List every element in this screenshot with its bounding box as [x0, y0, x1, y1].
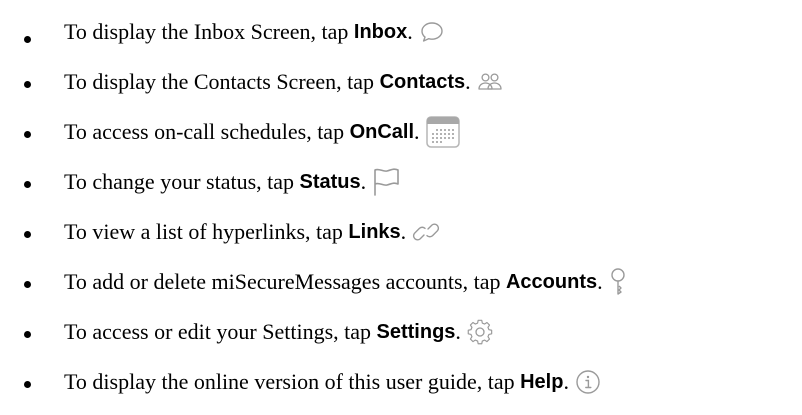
item-suffix: .: [400, 219, 407, 244]
item-text: To add or delete miSecureMessages accoun…: [64, 262, 627, 302]
item-prefix: To change your status, tap: [64, 169, 300, 194]
item-keyword: Contacts: [379, 71, 466, 93]
item-prefix: To display the Contacts Screen, tap: [64, 69, 380, 94]
item-suffix: .: [414, 119, 420, 144]
item-suffix: .: [563, 369, 569, 394]
item-keyword: Accounts: [505, 271, 598, 293]
item-text: To access or edit your Settings, tap Set…: [64, 312, 493, 352]
item-prefix: To add or delete miSecureMessages accoun…: [64, 269, 506, 294]
bullet: [24, 181, 31, 188]
item-prefix: To access on-call schedules, tap: [64, 119, 350, 144]
item-suffix: .: [360, 169, 367, 194]
item-keyword: OnCall: [349, 121, 415, 143]
flag-icon: [372, 167, 402, 197]
item-suffix: .: [465, 69, 471, 94]
item-prefix: To access or edit your Settings, tap: [64, 319, 377, 344]
item-suffix: .: [455, 319, 461, 344]
item-keyword: Status: [299, 171, 361, 193]
bullet: [24, 281, 31, 288]
gear-icon: [467, 319, 493, 345]
item-keyword: Help: [520, 371, 564, 393]
item-keyword: Inbox: [353, 21, 408, 43]
bullet: [24, 36, 31, 43]
calendar-icon: [425, 116, 460, 148]
bullet: [24, 131, 31, 138]
item-prefix: To display the online version of this us…: [64, 369, 521, 394]
item-keyword: Links: [348, 221, 401, 243]
bullet: [24, 81, 31, 88]
item-text: To change your status, tap Status.: [64, 162, 402, 202]
bullet: [24, 231, 31, 238]
item-text: To display the Inbox Screen, tap Inbox.: [64, 12, 445, 52]
key-icon: [609, 267, 627, 297]
item-keyword: Settings: [376, 321, 456, 343]
item-prefix: To view a list of hyperlinks, tap: [64, 219, 349, 244]
bullet: [24, 381, 31, 388]
item-text: To display the Contacts Screen, tap Cont…: [64, 62, 503, 102]
bullet: [24, 331, 31, 338]
link-icon: [412, 218, 440, 246]
instruction-list: To display the Inbox Screen, tap Inbox. …: [0, 0, 802, 415]
info-icon: [575, 369, 601, 395]
item-text: To view a list of hyperlinks, tap Links.: [64, 212, 440, 252]
item-prefix: To display the Inbox Screen, tap: [64, 19, 354, 44]
item-suffix: .: [597, 269, 603, 294]
item-text: To display the online version of this us…: [64, 362, 601, 402]
item-suffix: .: [407, 19, 413, 44]
item-text: To access on-call schedules, tap OnCall.: [64, 112, 460, 152]
chat-bubble-icon: [419, 19, 445, 45]
contacts-icon: [477, 69, 503, 95]
